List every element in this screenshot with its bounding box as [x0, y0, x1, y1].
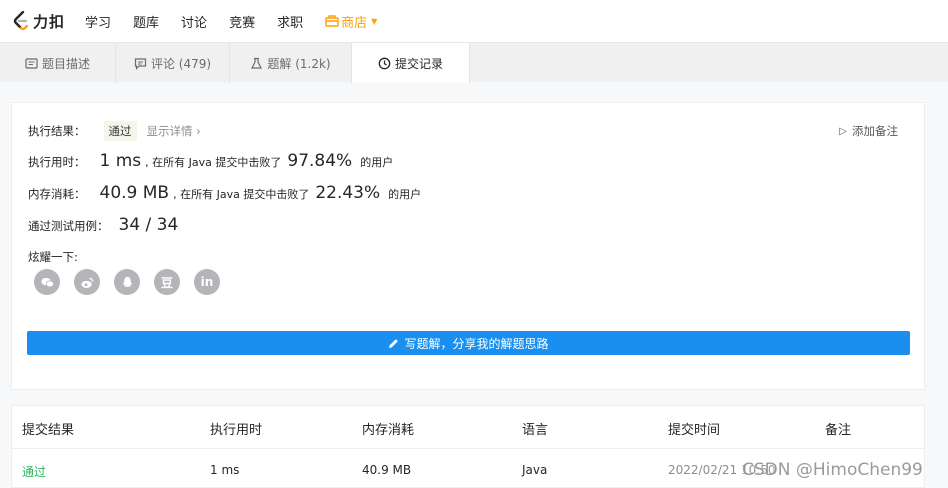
memory-value: 40.9 MB [99, 183, 170, 203]
tab-label: 提交记录 [394, 56, 443, 71]
nav-store[interactable]: 商店 ▼ [325, 12, 377, 31]
flask-icon [251, 57, 263, 69]
runtime-suffix: 的用户 [360, 156, 394, 169]
tab-label: 评论 (479) [150, 56, 212, 71]
linkedin-icon[interactable]: in [194, 269, 220, 295]
runtime-text: , 在所有 Java 提交中击败了 [145, 156, 282, 169]
tests-row: 通过测试用例： 34 / 34 [28, 215, 182, 235]
clock-icon [378, 57, 391, 69]
store-icon [325, 15, 339, 27]
share-row-label: 炫耀一下: [28, 249, 78, 265]
weibo-icon[interactable] [74, 269, 100, 295]
nav-store-label: 商店 [341, 15, 368, 31]
status-badge: 通过 [103, 121, 137, 141]
watermark: CSDN @HimoChen99 [742, 460, 923, 480]
tab-comments[interactable]: 评论 (479) [116, 43, 230, 83]
nav-contest[interactable]: 竞赛 [229, 12, 255, 31]
problem-tabs: 题目描述 评论 (479) 题解 (1.2k) 提交记录 [0, 42, 948, 83]
memory-row: 内存消耗： 40.9 MB , 在所有 Java 提交中击败了 22.43% 的… [28, 183, 421, 203]
tests-label: 通过测试用例： [28, 219, 109, 233]
runtime-label: 执行用时： [28, 155, 86, 169]
table-header: 提交结果 执行用时 内存消耗 语言 提交时间 备注 [12, 406, 924, 449]
add-note-label: 添加备注 [852, 124, 898, 138]
memory-text: , 在所有 Java 提交中击败了 [173, 188, 310, 201]
tests-value: 34 / 34 [118, 215, 179, 235]
write-solution-label: 写题解，分享我的解题思路 [404, 336, 549, 351]
nav-learn[interactable]: 学习 [85, 12, 111, 31]
logo[interactable]: 力扣 [12, 11, 65, 32]
comment-icon [134, 57, 147, 70]
leetcode-logo-icon [13, 11, 29, 31]
chevron-down-icon: ▼ [371, 16, 378, 26]
runtime-percentile: 97.84% [287, 151, 353, 171]
tab-label: 题解 (1.2k) [267, 56, 331, 71]
document-icon [25, 57, 38, 69]
tab-description[interactable]: 题目描述 [0, 43, 116, 83]
add-note-button[interactable]: ▷ 添加备注 [839, 123, 898, 139]
submission-result-card: 执行结果： 通过 显示详情 › ▷ 添加备注 执行用时： 1 ms , 在所有 … [11, 102, 925, 390]
col-note: 备注 [825, 423, 852, 438]
row-runtime: 1 ms [210, 463, 240, 477]
row-memory: 40.9 MB [362, 463, 412, 477]
pencil-icon [389, 338, 399, 348]
qq-icon[interactable] [114, 269, 140, 295]
col-time: 提交时间 [668, 423, 721, 438]
result-label: 执行结果： [28, 124, 86, 138]
tab-label: 题目描述 [41, 56, 90, 71]
result-row: 执行结果： 通过 显示详情 › [28, 121, 201, 141]
memory-percentile: 22.43% [315, 183, 381, 203]
col-status: 提交结果 [22, 423, 75, 438]
runtime-row: 执行用时： 1 ms , 在所有 Java 提交中击败了 97.84% 的用户 [28, 151, 393, 171]
memory-label: 内存消耗： [28, 187, 86, 201]
memory-suffix: 的用户 [388, 188, 422, 201]
col-language: 语言 [522, 423, 549, 438]
write-solution-button[interactable]: 写题解，分享我的解题思路 [27, 331, 910, 355]
tab-submissions[interactable]: 提交记录 [352, 43, 470, 83]
tab-solutions[interactable]: 题解 (1.2k) [230, 43, 352, 83]
nav-discuss[interactable]: 讨论 [181, 12, 207, 31]
share-label: 炫耀一下: [28, 250, 78, 264]
nav-problems[interactable]: 题库 [133, 12, 159, 31]
nav-jobs[interactable]: 求职 [277, 12, 303, 31]
share-buttons: 豆 in [34, 269, 234, 295]
row-status[interactable]: 通过 [22, 463, 46, 480]
douban-icon[interactable]: 豆 [154, 269, 180, 295]
row-language: Java [522, 463, 548, 477]
show-details-link[interactable]: 显示详情 › [147, 123, 201, 139]
col-memory: 内存消耗 [362, 423, 415, 438]
play-icon: ▷ [839, 125, 847, 137]
brand-name: 力扣 [33, 12, 66, 31]
top-navbar: 力扣 学习 题库 讨论 竞赛 求职 商店 ▼ [0, 0, 948, 42]
col-runtime: 执行用时 [210, 423, 263, 438]
wechat-icon[interactable] [34, 269, 60, 295]
runtime-value: 1 ms [99, 151, 142, 171]
